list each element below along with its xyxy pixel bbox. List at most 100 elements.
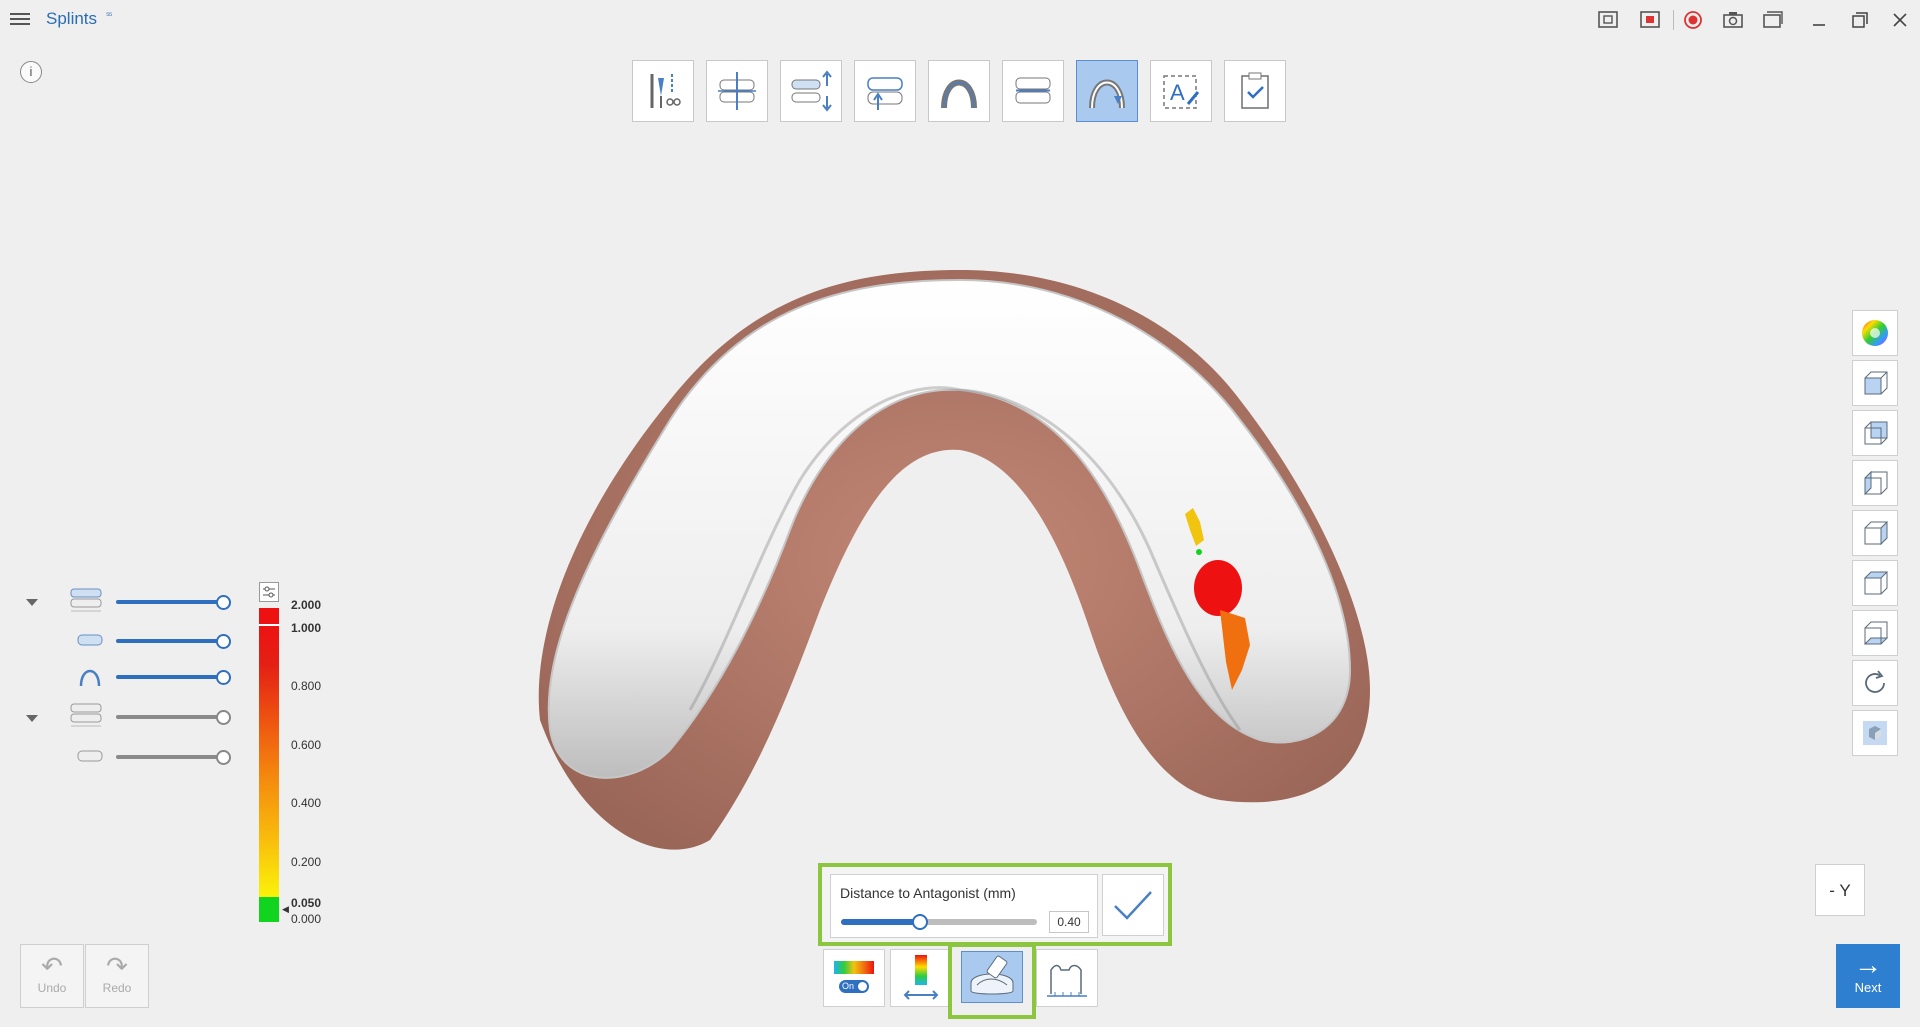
axis-indicator: - Y — [1815, 864, 1865, 916]
block-out-icon — [867, 77, 903, 110]
capture-icon[interactable] — [1596, 8, 1620, 32]
splint-layer-icon[interactable] — [72, 628, 108, 652]
color-wheel-button[interactable] — [1852, 310, 1898, 356]
antagonist-step[interactable] — [1076, 60, 1138, 122]
svg-text:A: A — [1170, 80, 1185, 105]
scale-label: 0.050 — [291, 896, 322, 910]
lower-model-opacity-slider[interactable] — [116, 750, 231, 765]
scale-label: 0.400 — [291, 796, 322, 810]
arch-layer-icon[interactable] — [72, 664, 108, 688]
scale-label: 2.000 — [291, 598, 322, 612]
lower-jaw-layer-icon[interactable] — [68, 703, 104, 727]
upper-jaw-layer-icon[interactable] — [68, 588, 104, 612]
color-scale-bar — [259, 608, 279, 922]
apply-button[interactable] — [1102, 874, 1164, 936]
ruler-icon — [1047, 964, 1087, 997]
scale-marker-icon: ◀ — [282, 904, 289, 914]
close-icon[interactable] — [1888, 8, 1912, 32]
color-wheel-icon — [1862, 320, 1888, 346]
back-view-button[interactable] — [1852, 410, 1898, 456]
expand-upper-group-icon[interactable] — [26, 599, 38, 606]
color-range-icon — [903, 955, 939, 1000]
antagonist-icon — [1089, 79, 1125, 109]
distance-value-input[interactable]: 0.40 — [1049, 911, 1089, 933]
toggle-label: On — [842, 981, 855, 991]
bottom-view-icon — [1863, 621, 1889, 645]
right-view-icon — [1864, 520, 1888, 546]
finish-step[interactable] — [1224, 60, 1286, 122]
back-view-icon — [1864, 421, 1888, 445]
selected-tool-highlight — [948, 943, 1036, 1019]
scale-label: 0.200 — [291, 855, 322, 869]
thickness-icon — [1015, 77, 1051, 104]
distance-label: Distance to Antagonist (mm) — [840, 885, 1016, 901]
thickness-step[interactable] — [1002, 60, 1064, 122]
distance-control: Distance to Antagonist (mm) 0.40 — [830, 874, 1098, 938]
title-bar: Splints ⁵⁵ — [0, 0, 1920, 40]
gallery-icon[interactable] — [1761, 8, 1785, 32]
trim-tool-step[interactable] — [632, 60, 694, 122]
color-scale-max-swatch — [259, 608, 279, 626]
distance-panel: Distance to Antagonist (mm) 0.40 — [818, 863, 1172, 946]
trim-icon — [650, 74, 681, 108]
text-label-icon: A — [1163, 75, 1200, 109]
contact-spot-green — [1196, 549, 1202, 555]
occlusion-icon — [791, 70, 832, 112]
info-button[interactable]: i — [20, 61, 42, 83]
expand-lower-group-icon[interactable] — [26, 715, 38, 722]
slider-knob[interactable] — [216, 634, 231, 649]
undo-button[interactable]: ↶ Undo — [20, 944, 84, 1008]
splint-model — [547, 278, 1352, 779]
minimize-icon[interactable] — [1807, 8, 1831, 32]
clipboard-check-icon — [1241, 72, 1269, 109]
distance-slider-knob[interactable] — [912, 914, 929, 930]
insertion-axis-step[interactable] — [706, 60, 768, 122]
right-view-button[interactable] — [1852, 510, 1898, 556]
occlusion-adjust-step[interactable] — [780, 60, 842, 122]
splint-outline-step[interactable] — [928, 60, 990, 122]
color-map-toggle[interactable]: On — [823, 949, 885, 1007]
slider-knob[interactable] — [216, 710, 231, 725]
color-range-tool[interactable] — [890, 949, 952, 1007]
menu-icon[interactable] — [10, 10, 30, 28]
text-label-step[interactable]: A — [1150, 60, 1212, 122]
solid-view-button[interactable] — [1852, 710, 1898, 756]
splint-opacity-slider[interactable] — [116, 634, 231, 649]
camera-icon[interactable] — [1721, 8, 1745, 32]
redo-button[interactable]: ↷ Redo — [85, 944, 149, 1008]
undo-icon: ↶ — [41, 951, 63, 981]
record-icon[interactable] — [1681, 8, 1705, 32]
upper-group-opacity-slider[interactable] — [116, 595, 231, 610]
scale-label: 0.600 — [291, 738, 322, 752]
next-button[interactable]: → Next — [1836, 944, 1900, 1008]
measure-tool[interactable] — [1036, 949, 1098, 1007]
slider-knob[interactable] — [216, 595, 231, 610]
checkmark-icon — [1114, 891, 1152, 920]
app-title: Splints — [46, 9, 98, 28]
slider-knob[interactable] — [216, 670, 231, 685]
top-view-icon — [1863, 571, 1889, 595]
arch-opacity-slider[interactable] — [116, 670, 231, 685]
left-view-button[interactable] — [1852, 460, 1898, 506]
undo-label: Undo — [37, 981, 67, 995]
slider-knob[interactable] — [216, 750, 231, 765]
restore-icon[interactable] — [1848, 8, 1872, 32]
front-view-button[interactable] — [1852, 360, 1898, 406]
scale-settings-button[interactable] — [259, 582, 279, 602]
next-label: Next — [1854, 980, 1882, 995]
arch-outline-icon — [941, 79, 977, 109]
bottom-view-button[interactable] — [1852, 610, 1898, 656]
sliders-icon — [263, 586, 275, 598]
distance-slider[interactable] — [841, 914, 1037, 930]
3d-viewport[interactable] — [520, 250, 1400, 870]
scale-label: 0.800 — [291, 679, 322, 693]
block-out-step[interactable] — [854, 60, 916, 122]
toolbar-separator — [1673, 10, 1674, 30]
lower-group-opacity-slider[interactable] — [116, 710, 231, 725]
toggle-switch: On — [839, 980, 869, 993]
app-mark: ⁵⁵ — [106, 10, 113, 20]
rotate-view-button[interactable] — [1852, 660, 1898, 706]
lower-model-layer-icon[interactable] — [72, 744, 108, 768]
top-view-button[interactable] — [1852, 560, 1898, 606]
screen-record-area-icon[interactable] — [1638, 8, 1662, 32]
